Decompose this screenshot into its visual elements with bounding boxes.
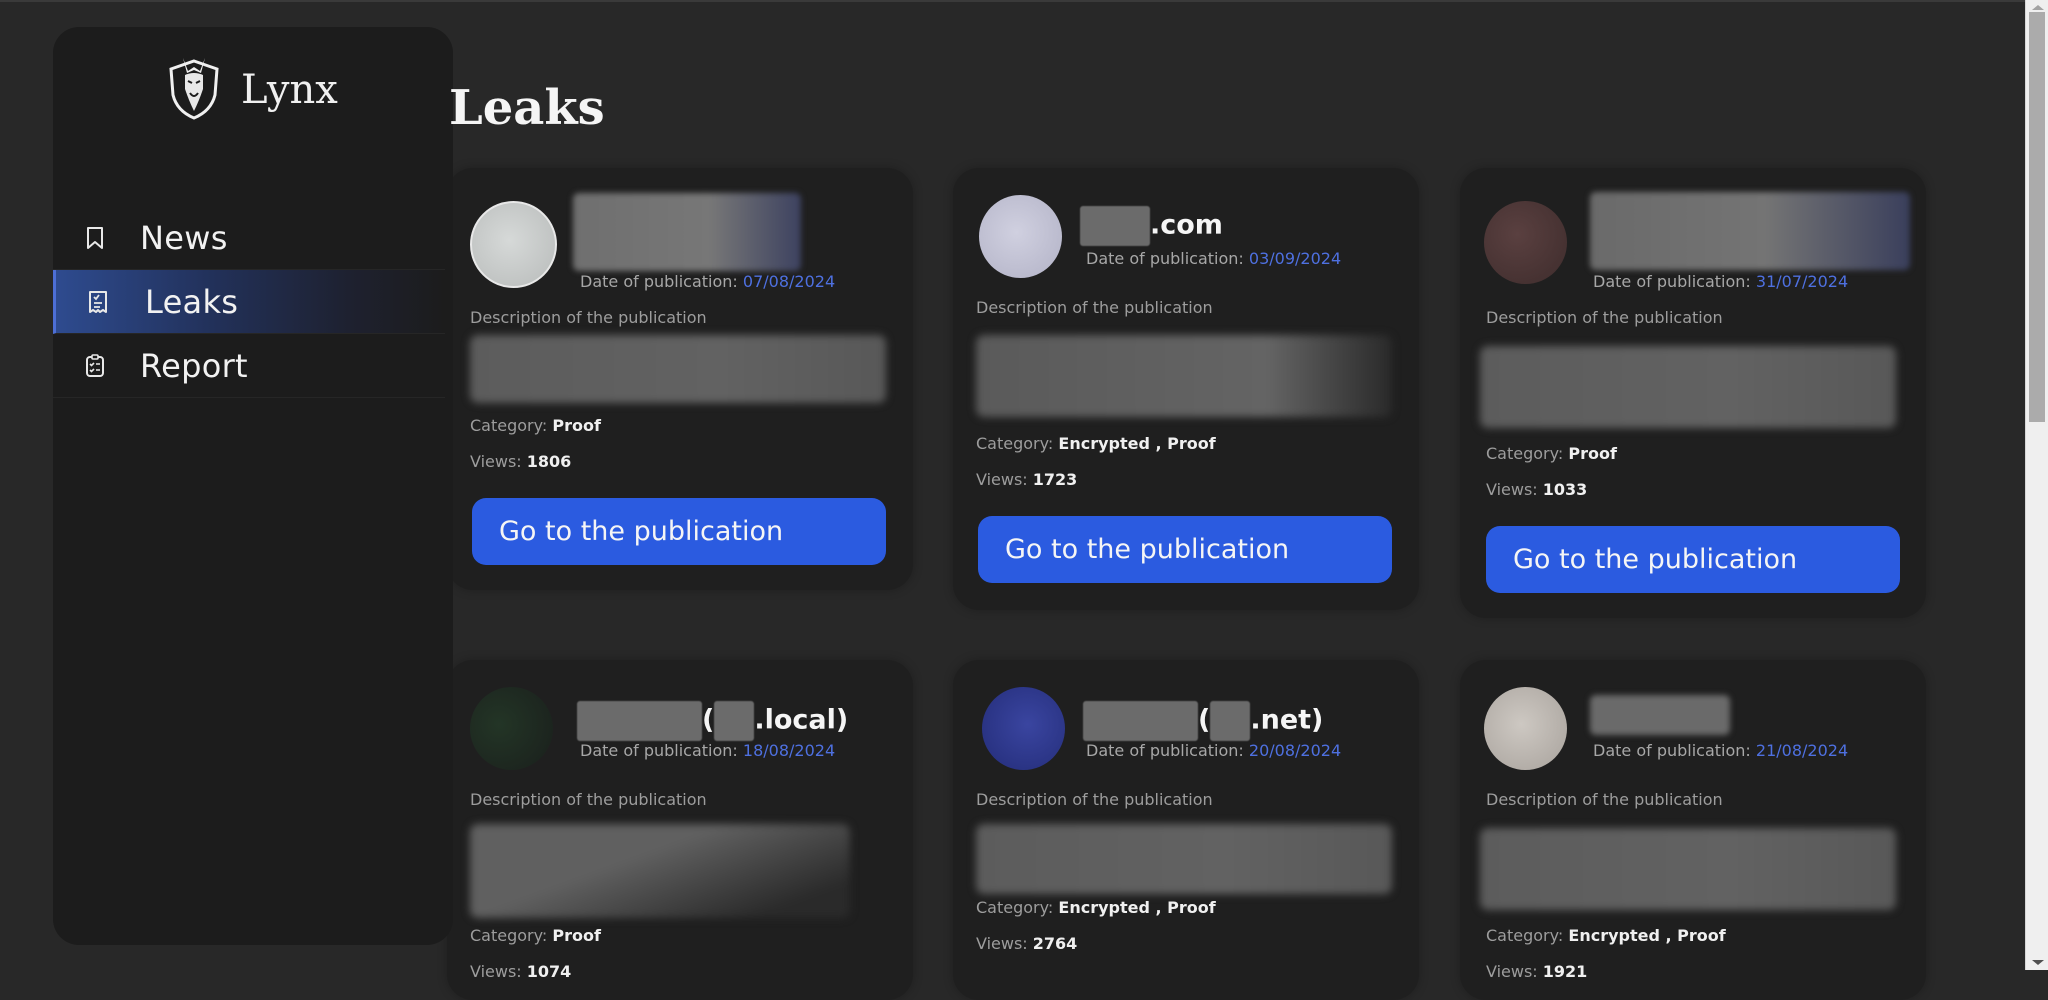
description-label: Description of the publication [976, 790, 1213, 809]
avatar [979, 195, 1062, 278]
title-redacted [1210, 701, 1251, 741]
description-redacted [1480, 346, 1896, 428]
sidebar-item-label: Leaks [145, 282, 239, 321]
title-domain: .net) [1250, 704, 1324, 736]
go-to-publication-button[interactable]: Go to the publication [978, 516, 1392, 583]
publication-date: Date of publication: 21/08/2024 [1593, 741, 1849, 760]
title-redacted [1083, 701, 1198, 741]
description-label: Description of the publication [976, 298, 1213, 317]
page-title: Leaks [449, 80, 605, 137]
category: Category: Encrypted , Proof [1486, 926, 1726, 945]
scrollbar-thumb[interactable] [2029, 12, 2045, 422]
leak-card: Date of publication: 21/08/2024 Descript… [1460, 660, 1926, 1000]
title-redacted [1080, 206, 1150, 246]
brand-name: Lynx [241, 67, 338, 113]
window-top-border [0, 0, 2025, 2]
sidebar-item-news[interactable]: News [53, 206, 445, 270]
leak-card: .com Date of publication: 03/09/2024 Des… [953, 168, 1419, 610]
card-title: (.net) [1083, 701, 1323, 741]
go-to-publication-button[interactable]: Go to the publication [1486, 526, 1900, 593]
description-label: Description of the publication [470, 790, 707, 809]
card-title: .com [1080, 206, 1223, 246]
views: Views: 1806 [470, 452, 572, 471]
avatar [1484, 687, 1567, 770]
publication-date: Date of publication: 31/07/2024 [1593, 272, 1849, 291]
bookmark-icon [83, 225, 107, 251]
views: Views: 1033 [1486, 480, 1588, 499]
title-redacted [714, 701, 755, 741]
scroll-up-arrow-icon[interactable] [2032, 5, 2044, 10]
description-redacted [1480, 828, 1896, 910]
leak-card: Date of publication: 07/08/2024 Descript… [447, 168, 913, 590]
go-to-publication-button[interactable]: Go to the publication [472, 498, 886, 565]
views: Views: 2764 [976, 934, 1078, 953]
description-redacted [470, 335, 886, 403]
card-title-redacted [1590, 192, 1910, 270]
description-redacted [470, 824, 850, 918]
description-label: Description of the publication [470, 308, 707, 327]
sidebar-item-leaks[interactable]: Leaks [53, 270, 445, 334]
sidebar-nav: News Leaks Report [53, 206, 445, 398]
avatar [470, 687, 553, 770]
card-title-redacted [573, 193, 801, 271]
views: Views: 1921 [1486, 962, 1588, 981]
description-redacted [976, 335, 1392, 417]
leak-card: Date of publication: 31/07/2024 Descript… [1460, 168, 1926, 618]
brand[interactable]: Lynx [163, 55, 338, 125]
sidebar-item-label: Report [140, 346, 248, 385]
description-label: Description of the publication [1486, 790, 1723, 809]
description-label: Description of the publication [1486, 308, 1723, 327]
receipt-icon [86, 289, 110, 315]
sidebar-item-label: News [140, 218, 228, 257]
views: Views: 1074 [470, 962, 572, 981]
sidebar: Lynx News Leaks Report [53, 27, 453, 945]
title-redacted [577, 701, 702, 741]
category: Category: Proof [1486, 444, 1617, 463]
scroll-down-arrow-icon[interactable] [2032, 960, 2044, 965]
views: Views: 1723 [976, 470, 1078, 489]
publication-date: Date of publication: 03/09/2024 [1086, 249, 1342, 268]
category: Category: Proof [470, 926, 601, 945]
card-title-redacted [1590, 695, 1730, 735]
category: Category: Encrypted , Proof [976, 434, 1216, 453]
leak-card: (.net) Date of publication: 20/08/2024 D… [953, 660, 1419, 1000]
card-title: (.local) [577, 701, 848, 741]
publication-date: Date of publication: 18/08/2024 [580, 741, 836, 760]
vertical-scrollbar[interactable] [2025, 0, 2048, 970]
title-domain: .local) [754, 704, 849, 736]
category: Category: Proof [470, 416, 601, 435]
sidebar-item-report[interactable]: Report [53, 334, 445, 398]
category: Category: Encrypted , Proof [976, 898, 1216, 917]
publication-date: Date of publication: 20/08/2024 [1086, 741, 1342, 760]
avatar [982, 687, 1065, 770]
description-redacted [976, 824, 1392, 894]
leak-card: (.local) Date of publication: 18/08/2024… [447, 660, 913, 1000]
avatar [470, 201, 557, 288]
publication-date: Date of publication: 07/08/2024 [580, 272, 836, 291]
avatar [1484, 201, 1567, 284]
lynx-shield-icon [163, 55, 225, 125]
clipboard-check-icon [83, 353, 107, 379]
